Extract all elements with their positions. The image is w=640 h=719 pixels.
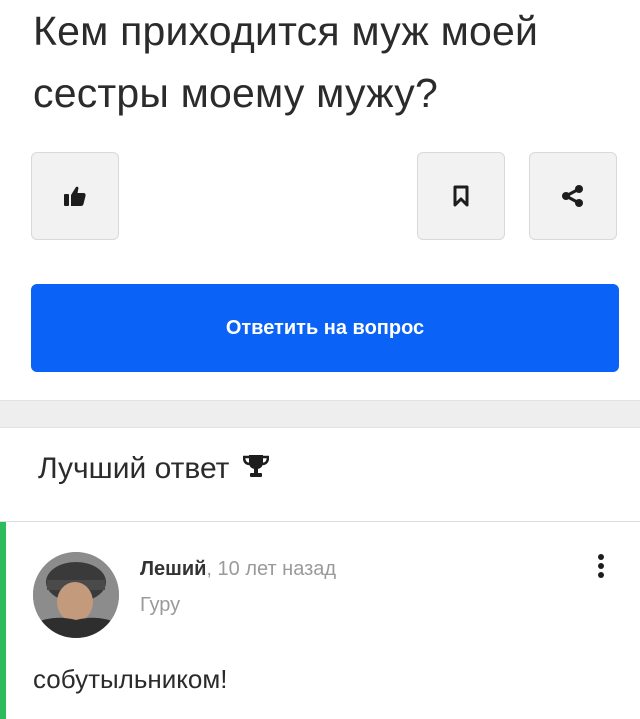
more-options-button[interactable]: [593, 552, 609, 584]
question-title: Кем приходится муж моей сестры моему муж…: [33, 0, 623, 124]
author-rank: Гуру: [140, 594, 181, 616]
question-card: Кем приходится муж моей сестры моему муж…: [0, 0, 640, 400]
section-separator: [0, 400, 640, 428]
question-title-line-2: сестры моему мужу?: [33, 70, 438, 116]
best-answer-indicator: [0, 522, 6, 719]
bookmark-icon: [453, 185, 469, 207]
author-line: Леший, 10 лет назад: [140, 558, 336, 581]
answer-text: собутыльником!: [33, 664, 228, 694]
answer-question-button[interactable]: Ответить на вопрос: [31, 284, 619, 372]
bookmark-button[interactable]: [417, 152, 505, 240]
answer-time: , 10 лет назад: [206, 558, 337, 580]
best-answer-label: Лучший ответ: [38, 452, 230, 485]
avatar[interactable]: [33, 552, 119, 638]
like-button[interactable]: [31, 152, 119, 240]
thumbs-up-icon: [64, 186, 86, 206]
best-answer-item: Леший, 10 лет назад Гуру собутыльником!: [0, 522, 640, 719]
share-icon: [561, 184, 585, 208]
trophy-icon: [243, 452, 270, 486]
share-button[interactable]: [529, 152, 617, 240]
best-answer-header: Лучший ответ: [38, 452, 270, 486]
more-vertical-icon: [593, 554, 609, 588]
author-name[interactable]: Леший: [140, 558, 206, 580]
question-title-line-1: Кем приходится муж моей: [33, 8, 539, 54]
